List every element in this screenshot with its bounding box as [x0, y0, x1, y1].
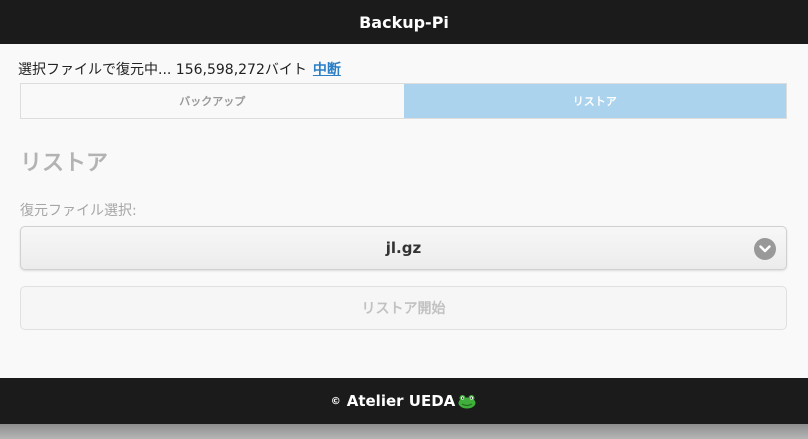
window-bottom-edge: [0, 424, 808, 439]
restore-status: 選択ファイルで復元中... 156,598,272バイト 中断: [18, 59, 341, 79]
status-text: 選択ファイルで復元中... 156,598,272バイト: [18, 62, 307, 78]
app-footer: © Atelier UEDA: [0, 378, 808, 424]
tab-backup[interactable]: バックアップ: [21, 84, 404, 118]
app-header: Backup-Pi: [0, 0, 808, 44]
selected-file: jl.gz: [385, 239, 422, 257]
main-content: 選択ファイルで復元中... 156,598,272バイト 中断 バックアップ リス…: [0, 44, 808, 378]
file-select-label: 復元ファイル選択:: [20, 203, 137, 219]
restore-start-button[interactable]: リストア開始: [20, 286, 787, 330]
tab-bar: バックアップ リストア: [20, 83, 787, 119]
copyright-symbol: ©: [330, 395, 341, 407]
section-title: リストア: [20, 151, 109, 176]
footer-text: Atelier UEDA: [346, 392, 456, 410]
app-title: Backup-Pi: [359, 12, 449, 32]
tab-restore[interactable]: リストア: [403, 84, 786, 118]
frog-icon: [457, 393, 477, 409]
abort-link[interactable]: 中断: [313, 62, 341, 78]
file-select[interactable]: jl.gz: [20, 226, 787, 270]
chevron-down-icon: [754, 238, 776, 260]
